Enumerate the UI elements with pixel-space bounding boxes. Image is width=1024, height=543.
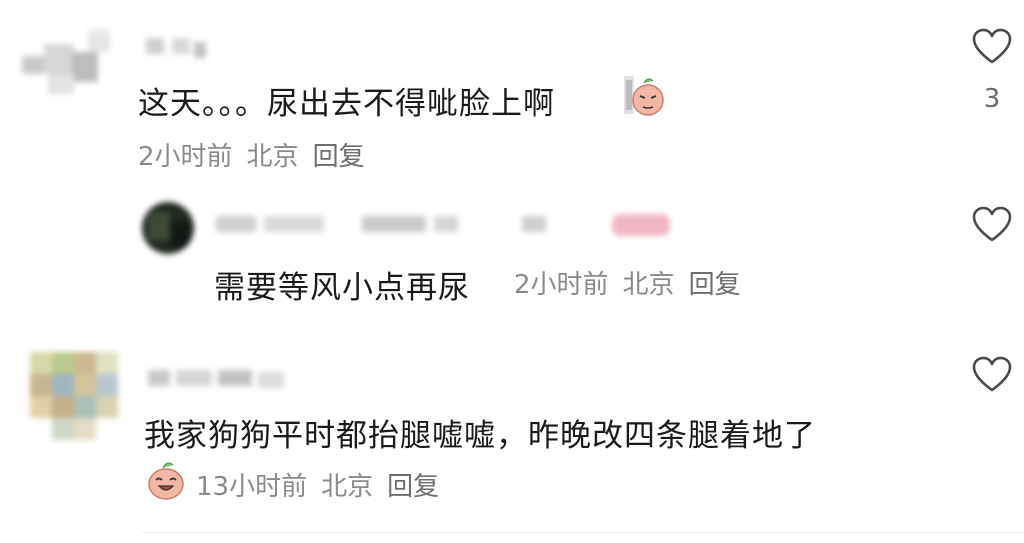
comment-text-content: 需要等风小点再尿 — [214, 270, 470, 306]
sweating-peach-emoji-icon — [624, 76, 664, 116]
reply-button[interactable]: 回复 — [313, 142, 365, 172]
comment-location: 北京 — [622, 270, 675, 300]
comment-text-content: 我家狗狗平时都抬腿嘘嘘，昨晚改四条腿着地了 — [144, 418, 816, 454]
heart-icon[interactable] — [972, 28, 1012, 66]
comment-time: 13小时前 — [196, 472, 308, 502]
avatar[interactable] — [22, 22, 116, 104]
comment-time: 2小时前 — [138, 142, 233, 172]
laughing-peach-emoji-icon — [148, 462, 184, 500]
avatar[interactable] — [30, 352, 118, 440]
divider — [142, 532, 1024, 533]
heart-icon[interactable] — [972, 356, 1012, 394]
comment-meta: 2小时前 北京 回复 — [138, 136, 379, 173]
comment-location: 北京 — [321, 472, 374, 502]
comment-time: 2小时前 — [514, 270, 609, 300]
username[interactable] — [216, 212, 686, 238]
like-count: 3 — [983, 84, 1001, 114]
comment-text: 需要等风小点再尿 — [214, 262, 470, 307]
reply-button[interactable]: 回复 — [689, 270, 741, 300]
comment-location: 北京 — [246, 142, 299, 172]
reply-button[interactable]: 回复 — [387, 472, 439, 502]
comment-meta: 13小时前 北京 回复 — [196, 466, 453, 503]
comment-text: 我家狗狗平时都抬腿嘘嘘，昨晚改四条腿着地了 — [144, 410, 816, 455]
comment-text-content: 这天。。。尿出去不得呲脸上啊 — [138, 86, 555, 122]
username[interactable] — [148, 368, 288, 390]
heart-icon[interactable] — [972, 206, 1012, 244]
comment-text: 这天。。。尿出去不得呲脸上啊 — [138, 78, 555, 123]
username[interactable] — [146, 36, 210, 58]
avatar[interactable] — [142, 202, 194, 254]
comment-meta: 2小时前 北京 回复 — [514, 264, 755, 301]
